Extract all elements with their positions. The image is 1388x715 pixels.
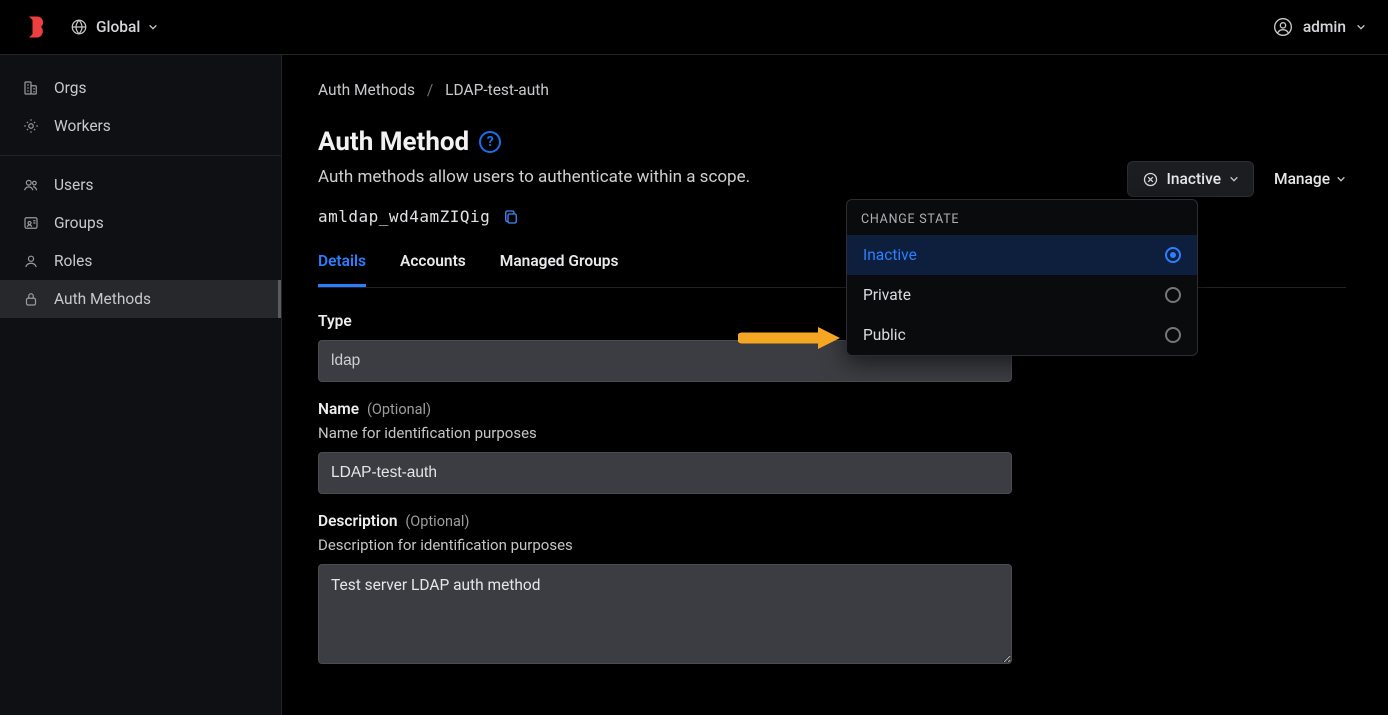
- radio-indicator: [1165, 287, 1181, 303]
- sidebar-item-auth-methods[interactable]: Auth Methods: [0, 280, 281, 318]
- content: Auth Methods / LDAP-test-auth Auth Metho…: [282, 55, 1382, 708]
- tab-details[interactable]: Details: [318, 252, 366, 287]
- badge-icon: [22, 214, 40, 232]
- sidebar: Orgs Workers Users Groups Roles Auth Met…: [0, 55, 282, 715]
- page-actions: Inactive Manage: [1127, 161, 1346, 197]
- topbar: Global admin: [0, 0, 1388, 55]
- desc-input[interactable]: [318, 564, 1012, 664]
- page-title: Auth Method ?: [318, 127, 750, 157]
- dropdown-item-public[interactable]: Public: [847, 315, 1197, 355]
- change-state-dropdown: CHANGE STATE Inactive Private Public: [846, 199, 1198, 356]
- breadcrumb-root[interactable]: Auth Methods: [318, 81, 415, 99]
- sidebar-item-orgs[interactable]: Orgs: [0, 69, 281, 107]
- sidebar-item-label: Orgs: [54, 79, 86, 97]
- breadcrumb-leaf: LDAP-test-auth: [445, 81, 549, 99]
- sidebar-item-label: Auth Methods: [54, 290, 151, 308]
- topbar-left: Global: [22, 13, 158, 41]
- name-input[interactable]: [318, 452, 1012, 494]
- field-description: Description (Optional) Description for i…: [318, 512, 1012, 668]
- inactive-state-icon: [1142, 171, 1159, 188]
- breadcrumb: Auth Methods / LDAP-test-auth: [318, 81, 1346, 99]
- dropdown-item-private[interactable]: Private: [847, 275, 1197, 315]
- field-name: Name (Optional) Name for identification …: [318, 400, 1012, 494]
- scope-label: Global: [96, 18, 140, 36]
- desc-label-row: Description (Optional): [318, 512, 1012, 530]
- scope-selector[interactable]: Global: [70, 18, 158, 36]
- chevron-down-icon: [1336, 174, 1346, 184]
- name-label: Name: [318, 400, 359, 418]
- chevron-down-icon: [148, 22, 158, 32]
- person-icon: [22, 252, 40, 270]
- manage-label: Manage: [1274, 170, 1330, 188]
- name-label-row: Name (Optional): [318, 400, 1012, 418]
- page-title-text: Auth Method: [318, 127, 469, 157]
- name-optional: (Optional): [367, 401, 431, 418]
- sidebar-item-groups[interactable]: Groups: [0, 204, 281, 242]
- chevron-down-icon: [1356, 22, 1366, 32]
- state-label: Inactive: [1167, 170, 1221, 188]
- resource-id: amldap_wd4amZIQig: [318, 207, 490, 226]
- product-logo[interactable]: [22, 13, 50, 41]
- sidebar-item-roles[interactable]: Roles: [0, 242, 281, 280]
- dropdown-item-inactive[interactable]: Inactive: [847, 235, 1197, 275]
- sidebar-item-label: Workers: [54, 117, 111, 135]
- title-row: Auth Method ? Auth methods allow users t…: [318, 127, 1346, 226]
- annotation-arrow: [738, 325, 842, 351]
- radio-indicator: [1165, 327, 1181, 343]
- desc-optional: (Optional): [405, 513, 469, 530]
- chevron-down-icon: [1229, 174, 1239, 184]
- desc-label: Description: [318, 512, 397, 530]
- sidebar-item-label: Groups: [54, 214, 104, 232]
- page-subtitle: Auth methods allow users to authenticate…: [318, 167, 750, 187]
- sidebar-item-label: Roles: [54, 252, 92, 270]
- desc-hint: Description for identification purposes: [318, 536, 1012, 554]
- user-label: admin: [1303, 18, 1346, 36]
- dropdown-title: CHANGE STATE: [847, 200, 1197, 235]
- users-icon: [22, 176, 40, 194]
- dropdown-item-label: Private: [863, 286, 911, 304]
- dropdown-item-label: Public: [863, 326, 906, 344]
- main: Auth Methods / LDAP-test-auth Auth Metho…: [282, 55, 1388, 715]
- help-icon[interactable]: ?: [479, 131, 501, 153]
- dropdown-item-label: Inactive: [863, 246, 917, 264]
- name-hint: Name for identification purposes: [318, 424, 1012, 442]
- tab-accounts[interactable]: Accounts: [400, 252, 466, 287]
- radio-indicator: [1165, 247, 1181, 263]
- tab-label: Managed Groups: [500, 252, 619, 270]
- tab-managed-groups[interactable]: Managed Groups: [500, 252, 619, 287]
- user-icon: [1273, 17, 1293, 37]
- state-button[interactable]: Inactive: [1127, 161, 1254, 197]
- manage-button[interactable]: Manage: [1274, 170, 1346, 188]
- lock-icon: [22, 290, 40, 308]
- id-row: amldap_wd4amZIQig: [318, 207, 750, 226]
- shell: Orgs Workers Users Groups Roles Auth Met…: [0, 55, 1388, 715]
- gear-icon: [22, 117, 40, 135]
- sidebar-item-workers[interactable]: Workers: [0, 107, 281, 145]
- sidebar-item-users[interactable]: Users: [0, 166, 281, 204]
- sidebar-divider: [0, 155, 281, 156]
- sidebar-item-label: Users: [54, 176, 94, 194]
- orgs-icon: [22, 79, 40, 97]
- user-selector[interactable]: admin: [1273, 17, 1366, 37]
- copy-icon[interactable]: [502, 208, 520, 226]
- breadcrumb-sep: /: [427, 81, 433, 99]
- form: Type Name (Optional) Name for identifica…: [318, 312, 1012, 668]
- title-left: Auth Method ? Auth methods allow users t…: [318, 127, 750, 226]
- tab-label: Details: [318, 252, 366, 270]
- tab-label: Accounts: [400, 252, 466, 270]
